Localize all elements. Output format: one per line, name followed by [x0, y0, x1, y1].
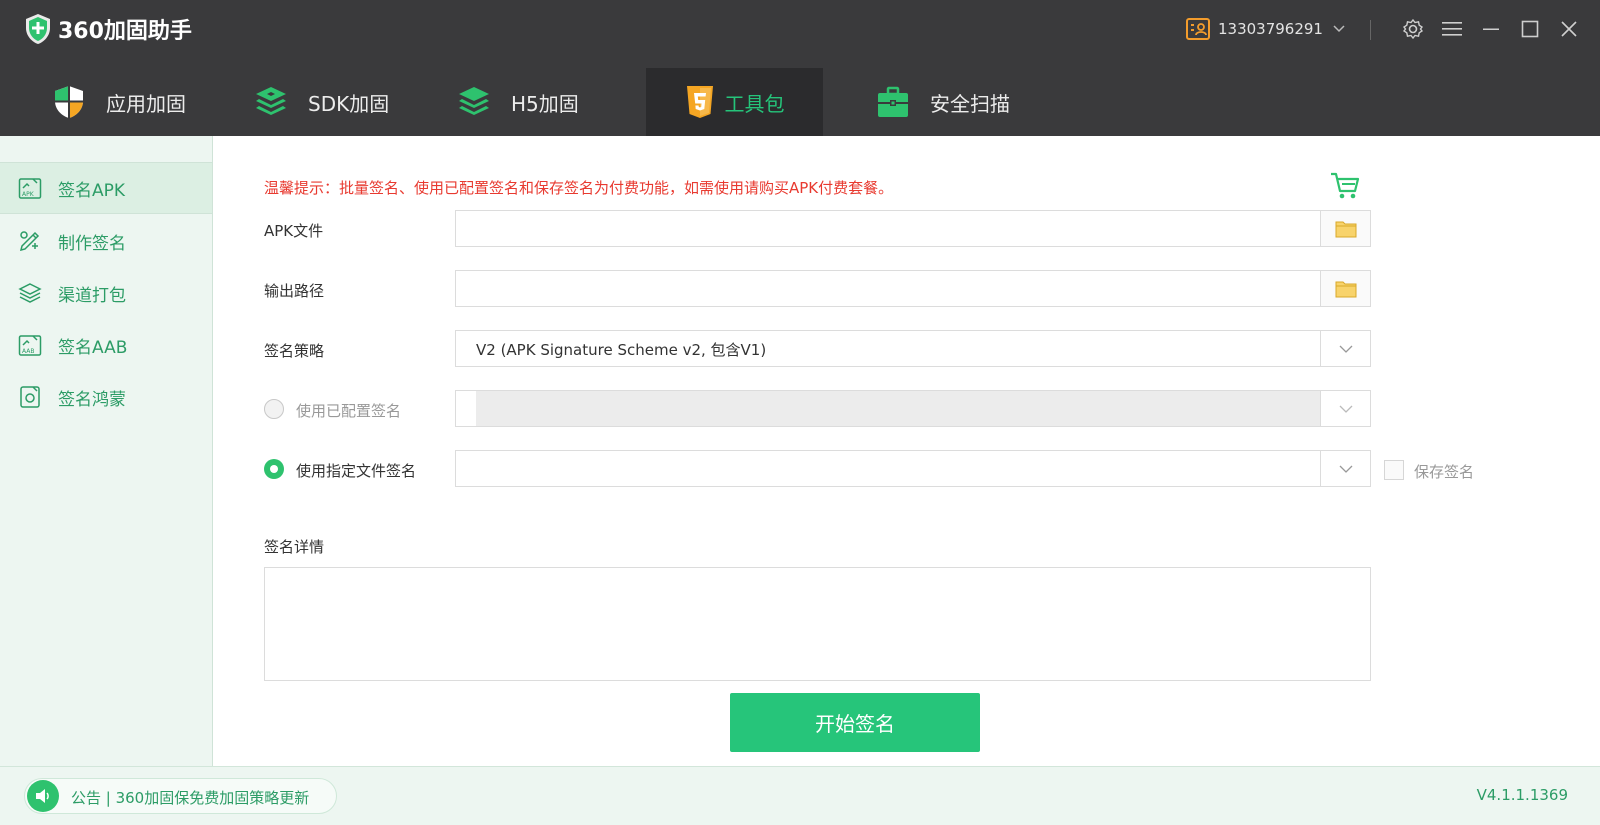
tab-label: 工具包 [724, 91, 785, 116]
announcement-pill[interactable]: 公告 | 360加固保免费加固策略更新 [24, 778, 337, 814]
tab-security-scan[interactable]: 安全扫描 [876, 68, 1010, 136]
sign-strategy-select[interactable]: V2 (APK Signature Scheme v2, 包含V1) [455, 330, 1371, 367]
output-path-field[interactable] [455, 270, 1371, 307]
logo-shield-icon [26, 14, 50, 44]
signature-file-dropdown-button[interactable] [1320, 451, 1370, 486]
toolbox-icon [878, 86, 908, 117]
make-signature-icon [19, 231, 40, 252]
maximize-icon [1521, 20, 1539, 38]
configured-dropdown-button[interactable] [1320, 391, 1370, 426]
layers-icon [459, 87, 489, 115]
folder-icon [1335, 281, 1356, 297]
chevron-down-icon [1339, 345, 1352, 353]
browse-apk-button[interactable] [1320, 211, 1370, 246]
gear-icon [1402, 18, 1424, 40]
tab-label: 应用加固 [106, 91, 186, 116]
html5-icon [686, 86, 713, 118]
sidebar-item-sign-aab[interactable]: AAB 签名AAB [0, 319, 212, 371]
sidebar-item-label: 制作签名 [58, 233, 126, 254]
sign-apk-icon: APK [18, 178, 42, 199]
tab-label: 安全扫描 [930, 91, 1010, 116]
signature-file-select[interactable] [455, 450, 1371, 487]
chevron-down-icon [1339, 405, 1352, 413]
sidebar-item-label: 签名AAB [58, 337, 128, 358]
channel-pack-icon [18, 283, 42, 303]
use-configured-label: 使用已配置签名 [296, 402, 402, 420]
sidebar-item-label: 签名APK [58, 180, 126, 201]
header-divider [1370, 20, 1371, 40]
apk-file-field[interactable] [455, 210, 1371, 247]
sidebar-item-label: 签名鸿蒙 [58, 389, 126, 410]
minimize-button[interactable] [1479, 17, 1503, 41]
minimize-icon [1483, 28, 1499, 30]
save-signature-label: 保存签名 [1414, 463, 1475, 481]
close-button[interactable] [1557, 17, 1581, 41]
version-label: V4.1.1.1369 [1476, 786, 1568, 804]
account-menu[interactable]: 13303796291 [1186, 16, 1345, 42]
tab-h5-hardening[interactable]: H5加固 [457, 68, 579, 136]
chevron-down-icon [1333, 25, 1345, 33]
sign-strategy-label: 签名策略 [264, 342, 325, 360]
start-signing-button[interactable]: 开始签名 [730, 693, 980, 752]
shopping-cart-icon[interactable] [1330, 172, 1360, 200]
sign-harmony-icon [20, 386, 40, 408]
menu-button[interactable] [1440, 17, 1464, 41]
configured-signature-select[interactable] [455, 390, 1371, 427]
title-bar: 360加固助手 13303796291 应用加固 SDK加固 H5加固 工具包 … [0, 0, 1600, 136]
shield-icon [55, 86, 83, 118]
sidebar-item-sign-harmony[interactable]: 签名鸿蒙 [0, 371, 212, 423]
tab-sdk-hardening[interactable]: SDK加固 [254, 68, 389, 136]
hamburger-icon [1442, 22, 1462, 36]
sidebar-item-make-signature[interactable]: 制作签名 [0, 215, 212, 267]
tab-toolkit[interactable]: 工具包 [646, 68, 823, 136]
sidebar: APK 签名APK 制作签名 渠道打包 AAB 签名AAB 签名鸿蒙 [0, 136, 213, 766]
close-icon [1561, 21, 1577, 37]
sign-strategy-dropdown-button[interactable] [1320, 331, 1370, 366]
status-bar: 公告 | 360加固保免费加固策略更新 V4.1.1.1369 [0, 766, 1600, 825]
layers-icon [256, 87, 286, 115]
chevron-down-icon [1339, 465, 1352, 473]
tab-label: SDK加固 [308, 91, 390, 116]
account-number: 13303796291 [1218, 20, 1323, 38]
sidebar-item-channel-pack[interactable]: 渠道打包 [0, 267, 212, 319]
use-file-radio[interactable] [264, 459, 284, 479]
tab-app-hardening[interactable]: 应用加固 [52, 68, 186, 136]
apk-file-label: APK文件 [264, 222, 324, 240]
app-title: 360加固助手 [58, 19, 192, 44]
sign-aab-icon: AAB [18, 335, 42, 356]
paid-feature-notice: 温馨提示：批量签名、使用已配置签名和保存签名为付费功能，如需使用请购买APK付费… [264, 179, 894, 197]
sign-strategy-value: V2 (APK Signature Scheme v2, 包含V1) [476, 341, 767, 359]
account-card-icon [1186, 18, 1210, 40]
use-file-label: 使用指定文件签名 [296, 462, 417, 480]
save-signature-checkbox[interactable] [1384, 460, 1404, 480]
main-nav: 应用加固 SDK加固 H5加固 工具包 安全扫描 [0, 68, 1600, 136]
output-path-label: 输出路径 [264, 282, 325, 300]
speaker-icon [27, 780, 59, 812]
maximize-button[interactable] [1518, 17, 1542, 41]
signature-details-label: 签名详情 [264, 538, 325, 556]
use-configured-radio[interactable] [264, 399, 284, 419]
svg-text:APK: APK [22, 191, 35, 198]
browse-output-button[interactable] [1320, 271, 1370, 306]
announcement-text: 公告 | 360加固保免费加固策略更新 [71, 789, 310, 807]
signature-details-textarea[interactable] [264, 567, 1371, 681]
sidebar-item-label: 渠道打包 [58, 285, 126, 306]
disabled-select-area [476, 391, 1322, 426]
sidebar-item-sign-apk[interactable]: APK 签名APK [0, 162, 212, 214]
svg-text:AAB: AAB [22, 348, 35, 355]
tab-label: H5加固 [511, 91, 579, 116]
folder-icon [1335, 221, 1356, 237]
settings-button[interactable] [1401, 17, 1425, 41]
app-logo: 360加固助手 [24, 12, 192, 46]
